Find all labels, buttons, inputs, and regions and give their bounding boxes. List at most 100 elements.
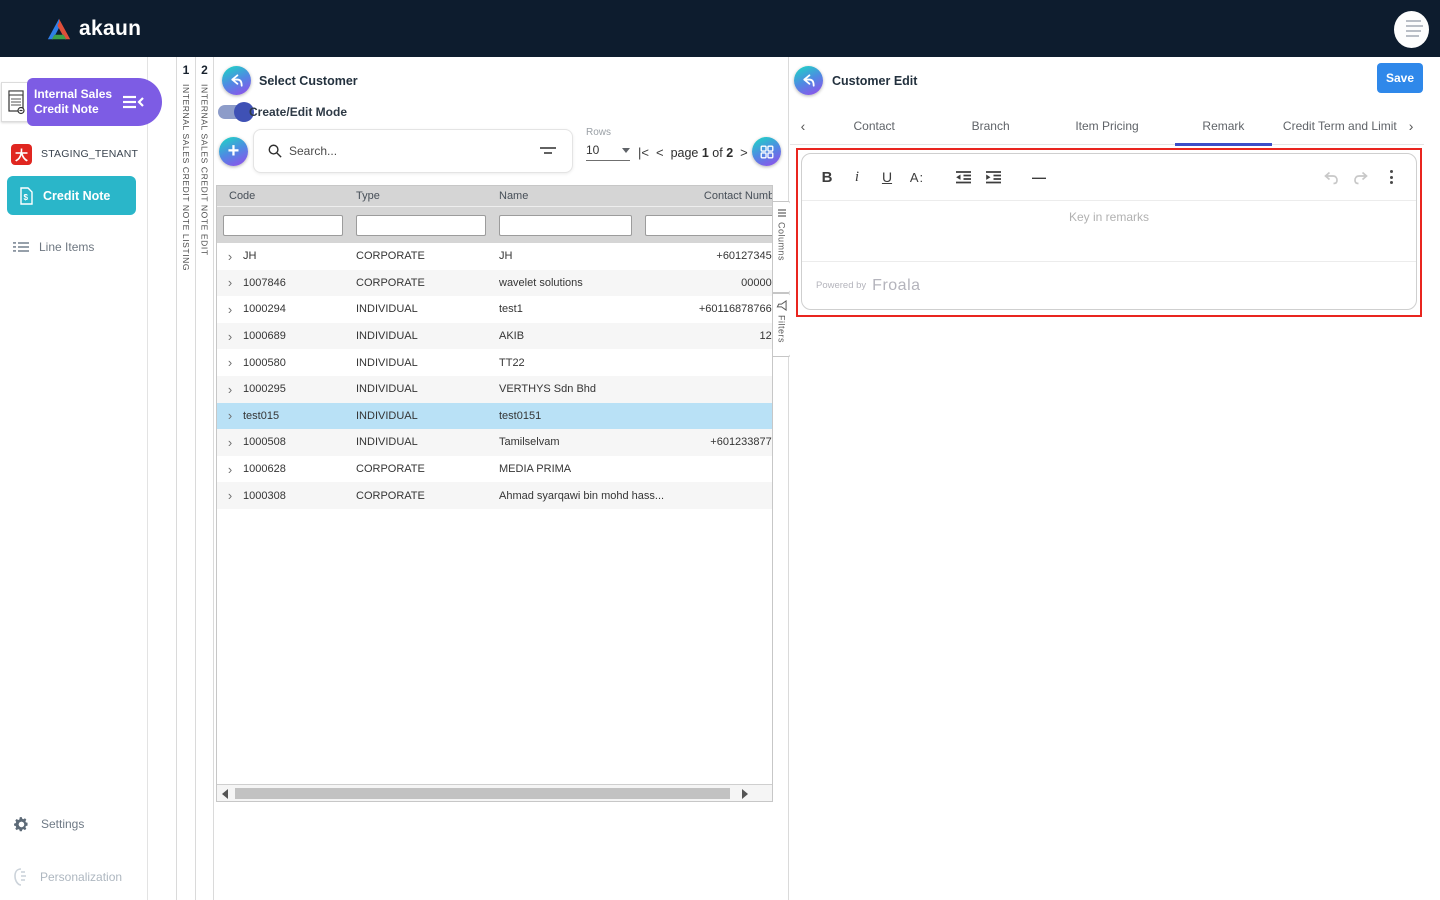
prev-page-button[interactable]: < xyxy=(656,145,664,160)
cell-code: 1007846 xyxy=(243,277,350,289)
table-row[interactable]: ›1000294INDIVIDUALtest1+6011687876670 xyxy=(217,296,773,323)
tab-credit-term[interactable]: Credit Term and Limit xyxy=(1282,108,1398,145)
cell-code: 1000294 xyxy=(243,303,350,315)
personalization-icon xyxy=(13,868,29,886)
horizontal-rule-button[interactable]: — xyxy=(1024,162,1054,192)
cell-contact: +60123387768 xyxy=(639,436,773,448)
sidebar-item-settings[interactable]: Settings xyxy=(0,811,148,837)
columns-side-tab[interactable]: Columns xyxy=(773,201,791,293)
bold-button[interactable]: B xyxy=(812,162,842,192)
table-row[interactable]: ›1000295INDIVIDUALVERTHYS Sdn Bhd xyxy=(217,376,773,403)
undo-button[interactable] xyxy=(1316,162,1346,192)
column-header-code[interactable]: Code xyxy=(217,190,350,202)
create-edit-mode-toggle[interactable] xyxy=(218,105,251,119)
cell-name: VERTHYS Sdn Bhd xyxy=(493,383,639,395)
row-expand-icon[interactable]: › xyxy=(217,249,243,264)
filter-sort-icon[interactable] xyxy=(539,144,557,158)
tab-branch[interactable]: Branch xyxy=(932,108,1048,145)
table-row[interactable]: ›JHCORPORATEJH+6012734567 xyxy=(217,243,773,270)
italic-button[interactable]: i xyxy=(842,162,872,192)
caret-down-icon xyxy=(622,148,630,153)
scroll-left-icon[interactable] xyxy=(222,789,228,799)
sidebar-item-credit-note[interactable]: $ Credit Note xyxy=(7,176,136,215)
remark-placeholder: Key in remarks xyxy=(1069,210,1149,224)
column-header-contact[interactable]: Contact Number xyxy=(639,190,773,202)
columns-icon xyxy=(777,208,787,218)
row-expand-icon[interactable]: › xyxy=(217,408,243,423)
row-expand-icon[interactable]: › xyxy=(217,355,243,370)
table-row[interactable]: ›test015INDIVIDUALtest0151 xyxy=(217,403,773,430)
row-expand-icon[interactable]: › xyxy=(217,382,243,397)
filter-input-contact[interactable] xyxy=(645,215,773,236)
module-label: Internal Sales Credit Note xyxy=(27,87,123,117)
more-options-button[interactable] xyxy=(1376,162,1406,192)
workspace-tab-number: 2 xyxy=(196,57,213,77)
row-expand-icon[interactable]: › xyxy=(217,462,243,477)
tab-contact[interactable]: Contact xyxy=(816,108,932,145)
workspace-tab-listing[interactable]: 1 INTERNAL SALES CREDIT NOTE LISTING xyxy=(176,57,195,900)
indent-icon xyxy=(985,170,1002,184)
workspace-tab-edit[interactable]: 2 INTERNAL SALES CREDIT NOTE EDIT xyxy=(195,57,214,900)
grid-view-button[interactable] xyxy=(752,137,781,166)
row-expand-icon[interactable]: › xyxy=(217,488,243,503)
workspace-tab-label: INTERNAL SALES CREDIT NOTE LISTING xyxy=(181,84,191,271)
table-row[interactable]: ›1000628CORPORATEMEDIA PRIMA xyxy=(217,456,773,483)
rows-per-page-select[interactable]: 10 xyxy=(586,143,630,161)
side-tab-label: Columns xyxy=(777,222,787,261)
rows-per-page-value: 10 xyxy=(586,143,599,157)
table-row[interactable]: ›1000508INDIVIDUALTamilselvam+6012338776… xyxy=(217,429,773,456)
tab-item-pricing[interactable]: Item Pricing xyxy=(1049,108,1165,145)
tab-remark[interactable]: Remark xyxy=(1165,108,1281,145)
remark-editor-area[interactable]: Key in remarks xyxy=(802,201,1416,261)
table-row[interactable]: ›1000580INDIVIDUALTT22 xyxy=(217,349,773,376)
back-button[interactable] xyxy=(222,66,251,95)
filter-input-type[interactable] xyxy=(356,215,486,236)
tenant-label: STAGING_TENANT xyxy=(41,148,138,160)
tabs-scroll-right-icon[interactable]: › xyxy=(1398,118,1424,134)
indent-button[interactable] xyxy=(978,162,1008,192)
powered-by-text: Powered by xyxy=(816,280,866,291)
horizontal-scrollbar[interactable] xyxy=(217,784,772,801)
font-size-button[interactable]: A: xyxy=(902,162,932,192)
cell-code: test015 xyxy=(243,410,350,422)
first-page-button[interactable]: |< xyxy=(638,145,649,160)
cell-code: 1000308 xyxy=(243,490,350,502)
sidebar-item-line-items[interactable]: Line Items xyxy=(0,233,148,261)
row-expand-icon[interactable]: › xyxy=(217,435,243,450)
cell-type: INDIVIDUAL xyxy=(350,410,493,422)
panel-title: Customer Edit xyxy=(832,74,917,88)
row-expand-icon[interactable]: › xyxy=(217,329,243,344)
pagination: |< < page 1 of 2 > >| xyxy=(638,145,766,160)
top-bar: akaun xyxy=(0,0,1440,57)
user-avatar[interactable] xyxy=(1394,11,1429,48)
column-header-name[interactable]: Name xyxy=(493,190,639,202)
next-page-button[interactable]: > xyxy=(740,145,748,160)
redo-button[interactable] xyxy=(1346,162,1376,192)
kebab-icon xyxy=(1390,170,1393,184)
sidebar: Internal Sales Credit Note 大 STAGING_TEN… xyxy=(0,57,148,900)
tenant-selector[interactable]: 大 STAGING_TENANT xyxy=(0,139,148,169)
sidebar-collapse-icon[interactable] xyxy=(121,93,145,111)
save-button[interactable]: Save xyxy=(1377,63,1423,93)
funnel-icon xyxy=(776,300,787,311)
search-input[interactable] xyxy=(289,144,539,158)
column-header-type[interactable]: Type xyxy=(350,190,493,202)
table-row[interactable]: ›1000689INDIVIDUALAKIB1212 xyxy=(217,323,773,350)
sidebar-item-personalization[interactable]: Personalization xyxy=(0,864,148,890)
table-row[interactable]: ›1007846CORPORATEwavelet solutions000000… xyxy=(217,270,773,297)
filters-side-tab[interactable]: Filters xyxy=(773,293,791,357)
filter-input-code[interactable] xyxy=(223,215,343,236)
module-header[interactable]: Internal Sales Credit Note xyxy=(27,78,162,126)
add-customer-button[interactable]: + xyxy=(219,137,248,166)
table-body: ›JHCORPORATEJH+6012734567›1007846CORPORA… xyxy=(217,243,772,509)
row-expand-icon[interactable]: › xyxy=(217,302,243,317)
tabs-scroll-left-icon[interactable]: ‹ xyxy=(790,118,816,134)
table-row[interactable]: ›1000308CORPORATEAhmad syarqawi bin mohd… xyxy=(217,482,773,509)
filter-input-name[interactable] xyxy=(499,215,632,236)
scrollbar-thumb[interactable] xyxy=(235,788,730,799)
back-button[interactable] xyxy=(794,66,823,95)
underline-button[interactable]: U xyxy=(872,162,902,192)
outdent-button[interactable] xyxy=(948,162,978,192)
scroll-right-icon[interactable] xyxy=(742,789,748,799)
row-expand-icon[interactable]: › xyxy=(217,275,243,290)
